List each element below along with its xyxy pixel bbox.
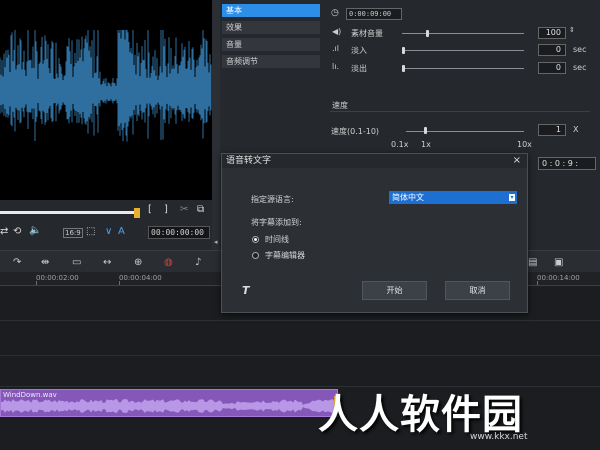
clip-volume-label: 素材音量: [351, 29, 383, 38]
watermark-url: www.kkx.net: [470, 432, 528, 442]
collapse-left-icon[interactable]: ◂: [214, 238, 218, 246]
fit-icon[interactable]: ▭: [72, 257, 81, 268]
scrub-handle[interactable]: [134, 208, 140, 218]
source-language-select[interactable]: 简体中文 ▾: [389, 191, 517, 204]
radio-timeline-label[interactable]: 时间线: [265, 234, 289, 245]
close-icon[interactable]: ×: [513, 155, 521, 166]
clock-icon: ◷: [331, 8, 339, 18]
source-language-label: 指定源语言:: [251, 195, 294, 204]
fade-in-slider-thumb[interactable]: [402, 47, 405, 54]
fade-in-slider-track[interactable]: [402, 50, 524, 51]
fade-in-unit: sec: [573, 45, 587, 54]
fade-out-unit: sec: [573, 63, 587, 72]
duration-field[interactable]: 0:00:09:00: [346, 8, 402, 20]
record-icon[interactable]: ◍: [164, 257, 173, 268]
panel-splitter[interactable]: [212, 0, 220, 250]
speed-scale-max: 10x: [517, 140, 532, 149]
speech-to-text-dialog: 语音转文字 × 指定源语言: 简体中文 ▾ 将字幕添加到: 时间线 字幕编辑器 …: [221, 153, 528, 313]
speed-section-title: 速度: [332, 101, 348, 110]
ruler-tick-label: 00:00:04:00: [119, 274, 162, 282]
add-subtitle-label: 将字幕添加到:: [251, 218, 302, 227]
ripple-icon[interactable]: ↔: [103, 257, 111, 268]
volume-slider-thumb[interactable]: [426, 30, 429, 37]
mark-out-button[interactable]: ]: [164, 204, 168, 215]
caption-icon[interactable]: ▣: [554, 257, 563, 268]
tab-audio-adjust[interactable]: 音频调节: [222, 55, 320, 68]
tab-basic[interactable]: 基本: [222, 4, 320, 17]
track-divider: [0, 355, 600, 356]
start-button[interactable]: 开始: [362, 281, 427, 300]
audio-mix-icon[interactable]: ♪: [195, 257, 201, 268]
speed-scale-mid: 1x: [421, 140, 431, 149]
mark-in-button[interactable]: [: [148, 204, 152, 215]
text-style-icon[interactable]: T: [242, 284, 250, 297]
chevron-down-icon: ▾: [509, 194, 515, 201]
crop-icon[interactable]: ⬚: [86, 226, 95, 237]
tab-volume[interactable]: 音量: [222, 38, 320, 51]
clip-waveform: [1, 399, 337, 413]
speed-input[interactable]: 1: [538, 124, 566, 136]
source-language-value: 简体中文: [392, 193, 424, 202]
fade-in-label: 淡入: [351, 46, 367, 55]
split-icon[interactable]: ⇹: [41, 257, 49, 268]
fade-out-icon: lı.: [332, 62, 339, 71]
copy-icon[interactable]: ⧉: [197, 204, 204, 215]
tab-effects[interactable]: 效果: [222, 21, 320, 34]
cut-icon[interactable]: ✂: [180, 204, 188, 215]
scrub-bar[interactable]: [0, 211, 136, 214]
audio-clip[interactable]: WindDown.wav: [0, 389, 338, 417]
trim-icon[interactable]: ⊕: [134, 257, 142, 268]
timecode-display[interactable]: 00:00:00:00: [148, 226, 210, 239]
aspect-ratio-button[interactable]: 16:9: [63, 228, 83, 238]
ruler-tick-label: 00:00:02:00: [36, 274, 79, 282]
loop-icon[interactable]: ⟲: [13, 226, 21, 237]
volume-slider-track[interactable]: [402, 33, 524, 34]
preview-window: [0, 0, 212, 200]
ruler-tick-label: 00:00:14:00: [537, 274, 580, 282]
volume-icon[interactable]: 🔈: [29, 225, 41, 236]
fade-in-input[interactable]: 0: [538, 44, 566, 56]
fade-out-slider-track[interactable]: [402, 68, 524, 69]
radio-subtitle-editor[interactable]: [252, 252, 259, 259]
fade-out-input[interactable]: 0: [538, 62, 566, 74]
repeat-icon[interactable]: ⇄: [0, 226, 8, 237]
fade-out-slider-thumb[interactable]: [402, 65, 405, 72]
radio-timeline[interactable]: [252, 236, 259, 243]
speed-label: 速度(0.1-10): [331, 127, 380, 136]
speed-unit: X: [573, 125, 579, 134]
speed-divider: [330, 111, 590, 112]
flip-icon[interactable]: ∨: [105, 226, 112, 237]
speed-slider-thumb[interactable]: [424, 127, 427, 134]
clip-name: WindDown.wav: [3, 391, 57, 399]
fade-in-icon: .ıl: [332, 44, 339, 53]
radio-subtitle-editor-label[interactable]: 字幕编辑器: [265, 250, 305, 261]
volume-spinner-icon[interactable]: ⇕: [569, 26, 575, 34]
redo-icon[interactable]: ↷: [13, 257, 21, 268]
speed-scale-min: 0.1x: [391, 140, 409, 149]
fade-out-label: 淡出: [351, 64, 367, 73]
speaker-icon: ◀): [332, 27, 342, 36]
track-divider: [0, 320, 600, 321]
volume-input[interactable]: 100: [538, 27, 566, 39]
dialog-title: 语音转文字: [222, 154, 527, 168]
time-stretch-field[interactable]: 0 : 0 : 9 :: [538, 157, 596, 170]
waveform-preview: [0, 30, 212, 142]
cancel-button[interactable]: 取消: [445, 281, 510, 300]
subtitle-icon[interactable]: ▤: [528, 257, 537, 268]
text-a-icon[interactable]: A: [118, 226, 125, 237]
